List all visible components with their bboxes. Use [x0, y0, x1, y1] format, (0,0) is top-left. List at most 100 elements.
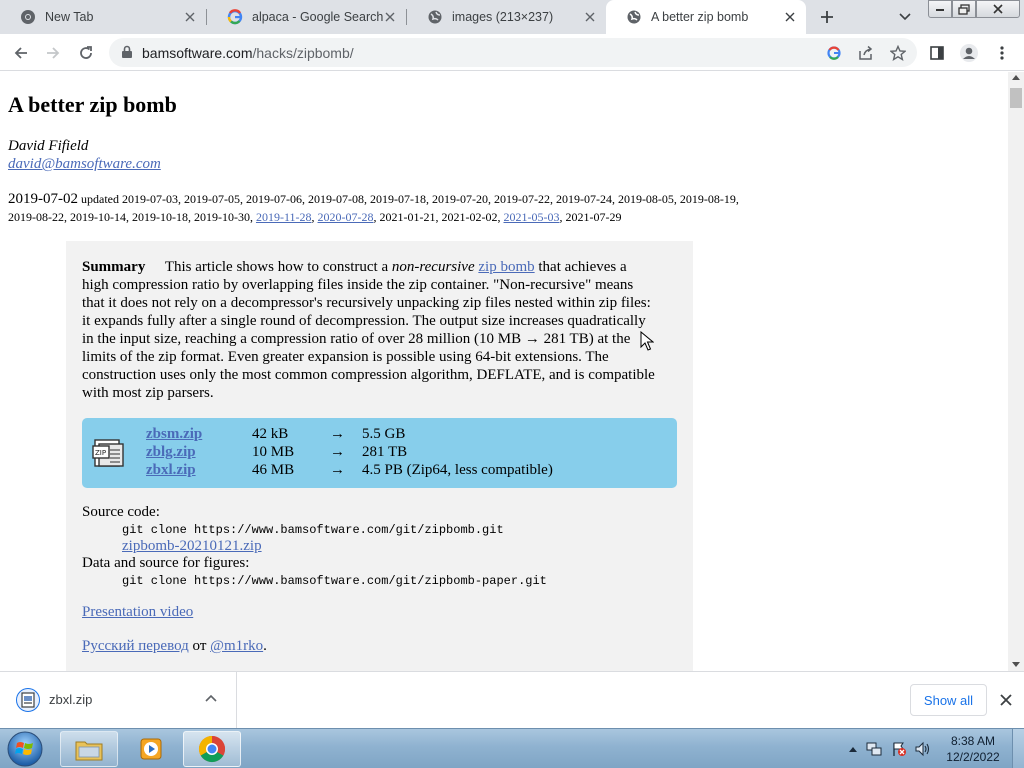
address-bar[interactable]: bamsoftware.com/hacks/zipbomb/	[109, 38, 917, 67]
clock-time: 8:38 AM	[950, 734, 996, 748]
publish-date: 2019-07-02	[8, 191, 78, 207]
side-panel-button[interactable]	[926, 42, 948, 64]
close-tab-icon[interactable]	[582, 9, 598, 25]
arrow-text: →	[330, 462, 345, 478]
download-shelf: zbxl.zip Show all	[0, 671, 1024, 728]
forward-button[interactable]	[42, 42, 64, 64]
download-size: 10 MB	[252, 444, 295, 460]
scroll-up-arrow[interactable]	[1012, 75, 1020, 80]
plus-icon	[821, 11, 833, 23]
summary-box: Summary This article shows how to constr…	[66, 241, 693, 671]
translation-by: от	[192, 638, 207, 654]
google-icon	[227, 9, 243, 25]
download-filename: zbxl.zip	[49, 692, 93, 707]
google-lens-icon[interactable]	[825, 44, 843, 62]
download-item[interactable]: zbxl.zip	[0, 672, 237, 728]
browser-toolbar: bamsoftware.com/hacks/zipbomb/	[0, 34, 1024, 71]
summary-post: that achieves a high compression ratio b…	[82, 259, 655, 401]
show-all-button[interactable]: Show all	[910, 684, 987, 716]
reload-icon	[80, 46, 92, 59]
system-clock[interactable]: 8:38 AM 12/2/2022	[938, 733, 1008, 765]
back-arrow-icon	[14, 47, 27, 59]
summary-emphasis: non-recursive	[391, 259, 475, 275]
download-link[interactable]: zbsm.zip	[146, 426, 202, 443]
mouse-cursor-icon	[640, 331, 654, 351]
volume-icon[interactable]	[914, 741, 930, 757]
taskbar-explorer[interactable]	[60, 731, 118, 767]
zip-archive-icon: ZIP	[92, 439, 124, 467]
share-icon[interactable]	[857, 44, 875, 62]
reload-button[interactable]	[75, 42, 97, 64]
back-button[interactable]	[10, 42, 32, 64]
network-icon[interactable]	[866, 741, 882, 757]
presentation-video-link[interactable]: Presentation video	[82, 604, 193, 621]
expanded-size: 281 TB	[362, 444, 408, 460]
folder-icon	[75, 741, 103, 761]
arrow-text: →	[330, 426, 345, 442]
profile-button[interactable]	[958, 42, 980, 64]
clock-date: 12/2/2022	[946, 750, 1000, 764]
zip-bomb-link[interactable]: zip bomb	[478, 259, 534, 275]
close-shelf-button[interactable]	[997, 691, 1015, 709]
close-tab-icon[interactable]	[182, 9, 198, 25]
scroll-down-arrow[interactable]	[1012, 662, 1020, 667]
show-desktop-button[interactable]	[1012, 729, 1024, 768]
data-source-label: Data and source for figures:	[82, 555, 250, 571]
lock-icon[interactable]	[121, 45, 133, 64]
tab-alpaca-search[interactable]: alpaca - Google Search	[207, 0, 406, 34]
source-zip-link[interactable]: zipbomb-20210121.zip	[122, 538, 262, 555]
tray-expand-icon[interactable]	[845, 741, 861, 757]
page-viewport: A better zip bomb David Fifield david@ba…	[0, 72, 1007, 671]
close-window-button[interactable]	[976, 0, 1020, 18]
taskbar-media-player[interactable]	[122, 731, 180, 767]
tab-images[interactable]: images (213×237)	[407, 0, 606, 34]
translation-line: Русский перевод от @m1rko.	[82, 638, 267, 655]
expanded-size: 5.5 GB	[362, 426, 406, 442]
download-link[interactable]: zblg.zip	[146, 444, 196, 461]
tab-label: New Tab	[45, 10, 94, 24]
close-tab-icon[interactable]	[782, 9, 798, 25]
tab-zip-bomb[interactable]: A better zip bomb	[606, 0, 806, 34]
date-history: 2019-07-02 updated 2019-07-03, 2019-07-0…	[8, 191, 739, 224]
tab-new-tab[interactable]: New Tab	[0, 0, 206, 34]
close-icon	[993, 4, 1003, 14]
chevron-up-icon[interactable]	[205, 694, 217, 702]
author-email-link[interactable]: david@bamsoftware.com	[8, 156, 161, 173]
page-scrollbar[interactable]	[1008, 72, 1024, 671]
summary-pre: This article shows how to construct a	[164, 259, 389, 275]
close-icon	[1000, 694, 1012, 706]
windows-taskbar: 8:38 AM 12/2/2022	[0, 728, 1024, 768]
page-title: A better zip bomb	[8, 92, 177, 117]
updated-label: updated	[81, 192, 119, 206]
translator-link[interactable]: @m1rko	[210, 638, 263, 654]
menu-button[interactable]	[991, 42, 1013, 64]
start-button[interactable]	[3, 730, 47, 768]
minimize-button[interactable]	[928, 0, 952, 18]
close-tab-icon[interactable]	[382, 9, 398, 25]
action-center-flag-icon[interactable]	[891, 741, 907, 757]
author-name: David Fifield	[8, 138, 89, 154]
new-tab-button[interactable]	[816, 7, 838, 27]
url-text: bamsoftware.com/hacks/zipbomb/	[142, 45, 354, 61]
bookmark-star-icon[interactable]	[889, 44, 907, 62]
restore-icon	[958, 3, 970, 15]
svg-text:ZIP: ZIP	[95, 449, 106, 457]
data-git-command: git clone https://www.bamsoftware.com/gi…	[122, 574, 547, 588]
globe-icon	[626, 9, 642, 25]
tab-search-button[interactable]	[896, 8, 914, 26]
downloads-box: ZIP zbsm.zip 42 kB → 5.5 GB zblg.zip 10 …	[82, 418, 677, 488]
globe-icon	[427, 9, 443, 25]
windows-logo-icon	[7, 731, 43, 767]
taskbar-chrome[interactable]	[183, 731, 241, 767]
download-link[interactable]: zbxl.zip	[146, 462, 196, 479]
russian-translation-link[interactable]: Русский перевод	[82, 638, 189, 654]
update-link[interactable]: 2021-05-03	[504, 210, 560, 224]
tab-label: alpaca - Google Search	[252, 10, 384, 24]
scroll-thumb[interactable]	[1010, 88, 1022, 108]
summary-text: Summary This article shows how to constr…	[82, 258, 657, 402]
updated-dates: 2021-07-29	[565, 210, 622, 224]
update-link[interactable]: 2019-11-28	[256, 210, 312, 224]
restore-button[interactable]	[952, 0, 976, 18]
side-panel-icon	[930, 46, 944, 60]
update-link[interactable]: 2020-07-28	[318, 210, 374, 224]
